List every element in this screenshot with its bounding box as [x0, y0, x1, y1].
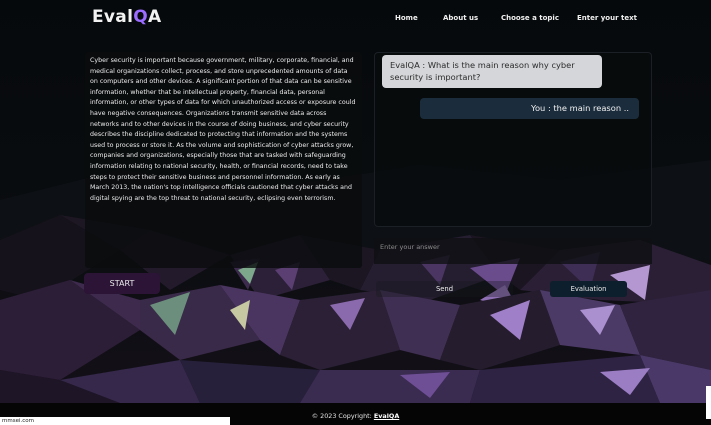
answer-input[interactable]: [374, 238, 652, 264]
scrollbar-edge[interactable]: [706, 386, 711, 419]
passage-text-area[interactable]: Cyber security is important because gove…: [85, 52, 362, 268]
top-navbar: EvalQA Home About us Choose a topic Ente…: [0, 0, 711, 38]
nav-about-us-link[interactable]: About us: [443, 14, 478, 22]
footer-brand-link[interactable]: EvalQA: [374, 412, 399, 420]
nav-home-link[interactable]: Home: [395, 14, 418, 22]
brand-logo-prefix: Eval: [92, 7, 134, 27]
nav-choose-topic-link[interactable]: Choose a topic: [501, 14, 559, 22]
user-answer-bubble: You : the main reason ..: [420, 98, 639, 119]
bot-question-bubble: EvalQA : What is the main reason why cyb…: [382, 55, 602, 88]
nav-enter-text-link[interactable]: Enter your text: [577, 14, 637, 22]
send-button[interactable]: Send: [376, 281, 513, 297]
brand-logo-q: Q: [133, 7, 148, 27]
start-button[interactable]: START: [84, 273, 160, 294]
chat-panel: EvalQA : What is the main reason why cyb…: [374, 52, 652, 227]
status-bar-url: mmsei.com: [0, 417, 230, 425]
evaluation-button[interactable]: Evaluation: [550, 281, 627, 297]
footer-copyright-text: © 2023 Copyright:: [311, 412, 372, 420]
brand-logo-suffix: A: [147, 7, 162, 27]
brand-logo[interactable]: EvalQA: [92, 7, 161, 27]
